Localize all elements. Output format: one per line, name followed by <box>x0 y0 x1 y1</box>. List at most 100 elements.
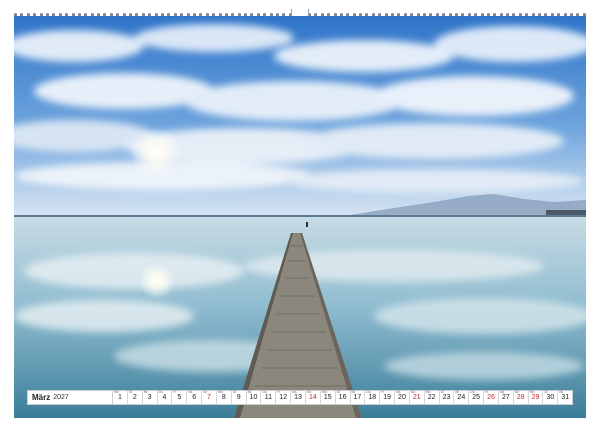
day-number: 16 <box>338 394 347 401</box>
day-cell: Mi 24 <box>454 390 470 404</box>
day-cell: Di 23 <box>440 390 455 404</box>
day-cell: Di 16 <box>336 390 351 404</box>
day-cell: Sa 13 <box>291 390 306 404</box>
day-cell: Mo 22 <box>425 390 440 404</box>
weekday-label: Mo <box>321 390 327 394</box>
day-cell: Di 2 <box>128 390 143 404</box>
day-number: 18 <box>368 394 377 401</box>
day-cell: Mi 3 <box>143 390 158 404</box>
day-cell: Sa 6 <box>187 390 203 404</box>
weekday-label: Mi <box>559 390 564 394</box>
day-number: 8 <box>221 394 226 401</box>
weekday-label: Di <box>336 390 340 394</box>
month-name: März <box>32 393 51 402</box>
day-number: 12 <box>279 394 288 401</box>
weekday-label: Sa <box>396 390 401 394</box>
horizon-line <box>14 215 586 217</box>
weekday-label: So <box>203 390 208 394</box>
day-cell: Sa 20 <box>395 390 410 404</box>
weekday-label: Mi <box>455 390 460 394</box>
weekday-label: Do <box>470 390 475 394</box>
day-cell: So 21 <box>410 390 425 404</box>
day-number: 2 <box>132 394 137 401</box>
weekday-label: Fr <box>381 390 385 394</box>
day-number: 5 <box>177 394 182 401</box>
day-cell: So 28 <box>514 390 529 404</box>
day-cell: Do 4 <box>158 390 173 404</box>
day-cell: Do 18 <box>365 390 381 404</box>
day-number: 1 <box>117 394 122 401</box>
day-cell: Mi 10 <box>247 390 262 404</box>
weekday-label: Fr <box>173 390 177 394</box>
day-cell: Fr 5 <box>172 390 188 404</box>
sun <box>130 127 182 179</box>
day-number: 20 <box>398 394 406 401</box>
day-cells: Mo 1 Di 2 Mi 3 Do 4 Fr 5 Sa 6 So 7 Mo 8 Di 9 Mi 10 Do 11 Fr 12 S… <box>113 390 572 404</box>
day-cell: Mo 1 <box>113 390 128 404</box>
weekday-label: Mi <box>247 390 252 394</box>
day-number: 9 <box>236 394 241 401</box>
sun-reflection <box>139 263 175 299</box>
weekday-label: Fr <box>277 390 281 394</box>
day-cell: Di 30 <box>543 390 559 404</box>
weekday-label: Di <box>128 390 133 394</box>
day-cell: Do 25 <box>469 390 485 404</box>
day-cell: Fr 12 <box>276 390 292 404</box>
day-cell: Fr 19 <box>380 390 396 404</box>
day-number: 25 <box>472 394 481 401</box>
day-number: 26 <box>487 394 495 401</box>
day-number: 11 <box>264 394 272 401</box>
weekday-label: Sa <box>188 390 193 394</box>
distant-post <box>306 222 308 227</box>
day-cell: Mo 29 <box>529 390 544 404</box>
month-label: März 2027 <box>28 391 113 404</box>
day-cell: Mi 17 <box>351 390 366 404</box>
day-cell: Fr 26 <box>484 390 499 404</box>
weekday-label: Fr <box>485 390 489 394</box>
day-cell: Mi 31 <box>558 390 572 404</box>
day-cell: Mo 8 <box>217 390 232 404</box>
day-cell: So 14 <box>306 390 321 404</box>
day-number: 29 <box>531 394 540 401</box>
weekday-label: Mo <box>529 390 535 394</box>
day-number: 3 <box>147 394 152 401</box>
day-cell: Do 11 <box>261 390 277 404</box>
weekday-label: Mi <box>351 390 356 394</box>
weekday-label: Mo <box>425 390 431 394</box>
weekday-label: Di <box>544 390 548 394</box>
weekday-label: So <box>514 390 520 394</box>
day-number: 10 <box>249 394 258 401</box>
day-number: 14 <box>308 394 317 401</box>
weekday-label: Do <box>262 390 267 394</box>
weekday-label: So <box>410 390 416 394</box>
day-number: 6 <box>192 394 197 401</box>
calendar-date-strip: März 2027 Mo 1 Di 2 Mi 3 Do 4 Fr 5 Sa 6 So 7 Mo 8 Di 9 Mi 1… <box>27 390 573 405</box>
day-number: 31 <box>561 394 570 401</box>
weekday-label: Mo <box>217 390 223 394</box>
day-number: 4 <box>162 394 167 401</box>
weekday-label: Do <box>366 390 371 394</box>
day-number: 27 <box>501 394 510 401</box>
day-number: 24 <box>457 394 466 401</box>
day-number: 22 <box>427 394 436 401</box>
weekday-label: Di <box>440 390 444 394</box>
day-number: 19 <box>383 394 391 401</box>
lake-pier-scene <box>14 16 586 418</box>
weekday-label: Sa <box>499 390 505 394</box>
day-number: 28 <box>516 394 525 401</box>
weekday-label: So <box>306 390 312 394</box>
day-cell: Di 9 <box>232 390 247 404</box>
day-number: 15 <box>323 394 332 401</box>
day-number: 21 <box>412 394 421 401</box>
day-cell: So 7 <box>202 390 217 404</box>
day-cell: Sa 27 <box>499 390 514 404</box>
day-number: 23 <box>442 394 451 401</box>
weekday-label: Mi <box>143 390 148 394</box>
day-number: 17 <box>353 394 362 401</box>
weekday-label: Sa <box>292 390 297 394</box>
weekday-label: Di <box>232 390 237 394</box>
year: 2027 <box>53 394 69 401</box>
weekday-label: Do <box>158 390 164 394</box>
day-number: 7 <box>207 394 211 401</box>
weekday-label: Mo <box>114 390 119 394</box>
